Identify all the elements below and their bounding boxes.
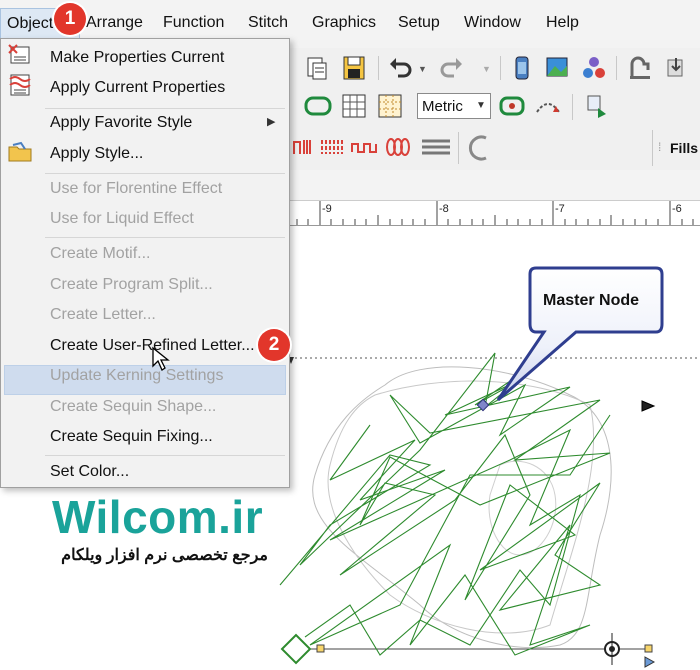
menu-item-make-properties-current[interactable]: Make Properties Current [50, 49, 224, 67]
shapes-icon[interactable] [580, 54, 608, 82]
fills-label: Fills [670, 140, 699, 156]
ruler-label: -8 [439, 203, 449, 215]
menu-separator [45, 173, 285, 174]
menu-item-use-for-florentine-effect: Use for Florentine Effect [50, 180, 223, 197]
menu-window[interactable]: Window [464, 14, 521, 32]
properties-icon [8, 44, 30, 64]
trace-icon[interactable] [582, 92, 610, 120]
end-marker-icon[interactable] [644, 656, 656, 668]
satin-stitch-icon[interactable] [292, 136, 320, 158]
ruler-label: -6 [672, 203, 682, 215]
run-stitch-icon[interactable] [350, 136, 380, 158]
bobbin-icon[interactable] [508, 54, 536, 82]
menu-item-set-color[interactable]: Set Color... [50, 463, 129, 481]
mouse-cursor-icon [152, 346, 170, 371]
ruler-ticks [296, 201, 694, 225]
horizontal-ruler: -9 -8 -7 -6 [290, 200, 700, 226]
arc-icon[interactable] [466, 134, 494, 162]
redo-icon[interactable] [438, 54, 466, 82]
menu-item-create-program-split: Create Program Split... [50, 276, 213, 293]
toolbar-grip-icon[interactable]: ⁞ [658, 140, 661, 154]
menu-separator [45, 455, 285, 456]
curve-arrow-icon[interactable] [534, 92, 562, 120]
ruler-label: -9 [322, 203, 332, 215]
menu-separator [45, 108, 285, 109]
object-menu: Make Properties Current Apply Current Pr… [0, 38, 290, 488]
picture-icon[interactable] [543, 54, 571, 82]
hoop-icon[interactable] [302, 92, 334, 120]
menu-item-create-letter: Create Letter... [50, 306, 156, 323]
tatami-stitch-icon[interactable] [320, 136, 348, 158]
lines-stitch-icon[interactable] [420, 136, 452, 158]
submenu-arrow-icon: ▶ [267, 116, 276, 128]
menu-item-apply-current-properties[interactable]: Apply Current Properties [50, 79, 225, 97]
menu-help[interactable]: Help [546, 14, 579, 32]
units-select[interactable]: Metric ▼ [417, 93, 491, 119]
guide-grid-icon[interactable] [376, 92, 404, 120]
undo-icon[interactable] [386, 54, 414, 82]
start-node-handle[interactable] [280, 633, 312, 665]
step-badge-2: 2 [258, 329, 290, 361]
save-icon[interactable] [340, 54, 368, 82]
send-icon[interactable] [662, 54, 690, 82]
menu-item-create-motif: Create Motif... [50, 245, 151, 262]
menu-item-update-kerning-settings: Update Kerning Settings [50, 367, 224, 384]
node-handle[interactable] [316, 644, 325, 653]
stitch-tool-icon[interactable] [498, 92, 526, 120]
machine-icon[interactable] [626, 54, 654, 82]
menu-item-create-sequin-fixing[interactable]: Create Sequin Fixing... [50, 428, 213, 446]
menu-item-apply-style[interactable]: Apply Style... [50, 145, 143, 163]
menu-separator [45, 237, 285, 238]
coil-stitch-icon[interactable] [384, 136, 416, 158]
menu-arrange[interactable]: Arrange [86, 14, 143, 32]
paste-icon[interactable] [303, 54, 331, 82]
callout-bubble [496, 266, 664, 402]
menu-graphics[interactable]: Graphics [312, 14, 376, 32]
ruler-label: -7 [555, 203, 565, 215]
watermark-brand: Wilcom.ir [52, 491, 264, 543]
chevron-down-icon: ▼ [476, 100, 486, 111]
menu-item-use-for-liquid-effect: Use for Liquid Effect [50, 210, 194, 227]
menu-setup[interactable]: Setup [398, 14, 440, 32]
step-badge-1: 1 [54, 3, 86, 35]
menu-item-apply-favorite-style[interactable]: Apply Favorite Style [50, 114, 192, 132]
grid-icon[interactable] [340, 92, 368, 120]
node-handle[interactable] [644, 644, 653, 653]
watermark-tagline: مرجع تخصصی نرم افزار ویلکام [61, 547, 268, 564]
folder-icon [8, 141, 32, 162]
undo-dropdown-icon[interactable]: ▼ [418, 64, 427, 74]
menu-item-create-sequin-shape: Create Sequin Shape... [50, 398, 217, 415]
callout-label: Master Node [543, 292, 640, 309]
units-select-value: Metric [422, 98, 463, 115]
menu-object-label: Object [7, 15, 54, 32]
redo-dropdown-icon[interactable]: ▼ [482, 64, 491, 74]
menu-stitch[interactable]: Stitch [248, 14, 288, 32]
menu-function[interactable]: Function [163, 14, 224, 32]
apply-properties-icon [9, 74, 31, 96]
